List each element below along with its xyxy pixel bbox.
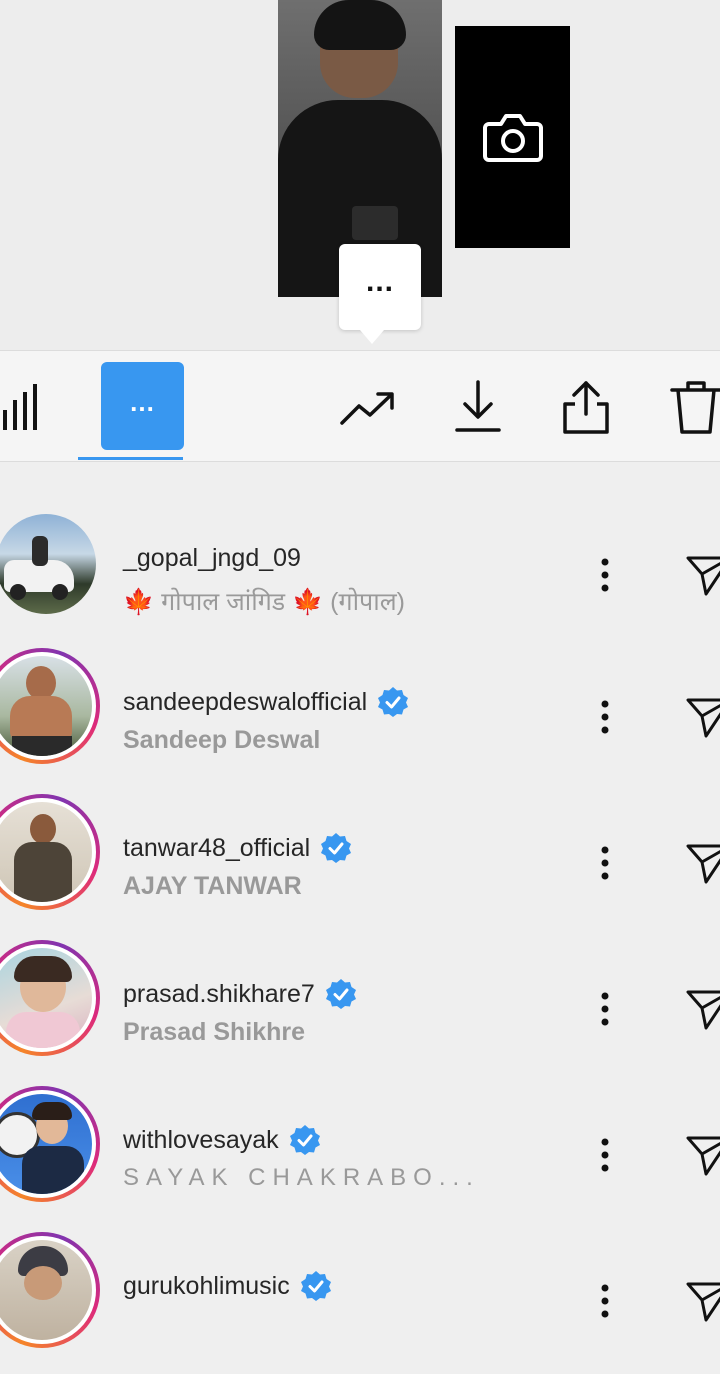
verified-badge-icon (325, 979, 356, 1009)
kebab-icon (601, 992, 609, 1026)
avatar-ring-gap (0, 652, 96, 760)
row-options-button[interactable] (590, 1276, 620, 1326)
list-item[interactable]: tanwar48_official AJAY TANWAR (0, 790, 720, 936)
active-tab-indicator (78, 457, 183, 460)
send-icon[interactable] (684, 838, 720, 888)
username-text: sandeepdeswalofficial (123, 687, 368, 716)
username: withlovesayak (123, 1124, 321, 1156)
username: sandeepdeswalofficial (123, 686, 409, 718)
full-name: Prasad Shikhre (123, 1018, 306, 1046)
list-item[interactable]: sandeepdeswalofficial Sandeep Deswal (0, 644, 720, 790)
avatar-ring-gap (0, 798, 96, 906)
list-item[interactable]: _gopal_jngd_09 🍁 गोपाल जांगिड 🍁 (गोपाल) (0, 502, 720, 648)
username: gurukohlimusic (123, 1270, 332, 1302)
full-name: 🍁 गोपाल जांगिड 🍁 (गोपाल) (123, 588, 405, 616)
share-icon (563, 381, 609, 434)
send-icon[interactable] (684, 692, 720, 742)
avatar[interactable] (0, 948, 92, 1048)
send-icon[interactable] (684, 1130, 720, 1180)
kebab-icon (601, 1138, 609, 1172)
verified-badge-icon (321, 833, 352, 863)
kebab-icon (601, 1284, 609, 1318)
kebab-icon (601, 558, 609, 592)
thumbnail-phone (352, 206, 398, 240)
full-name: AJAY TANWAR (123, 872, 302, 900)
avatar[interactable] (0, 1094, 92, 1194)
camera-tile[interactable] (455, 26, 570, 248)
avatar-ring-gap (0, 1236, 96, 1344)
send-icon[interactable] (684, 550, 720, 600)
list-item[interactable]: withlovesayak SAYAK CHAKRABO... (0, 1082, 720, 1228)
download-button[interactable] (448, 377, 508, 437)
avatar[interactable] (0, 1240, 92, 1340)
username-text: tanwar48_official (123, 833, 311, 862)
avatar-ring-gap (0, 944, 96, 1052)
list-item[interactable]: prasad.shikhare7 Prasad Shikhre (0, 936, 720, 1082)
delete-button[interactable] (666, 377, 720, 437)
download-icon (455, 380, 501, 432)
row-options-button[interactable] (590, 550, 620, 600)
username-text: withlovesayak (123, 1125, 279, 1154)
list-item[interactable]: gurukohlimusic (0, 1228, 720, 1374)
action-toolbar: ... (0, 350, 720, 462)
full-name: SAYAK CHAKRABO... (123, 1164, 480, 1191)
kebab-icon (601, 846, 609, 880)
more-button[interactable]: ... (101, 362, 184, 450)
row-options-button[interactable] (590, 1130, 620, 1180)
more-options-label: ... (365, 265, 394, 298)
avatar-ring (0, 1086, 100, 1202)
camera-icon (482, 114, 543, 162)
avatar-ring (0, 648, 100, 764)
trash-icon (670, 381, 720, 434)
username: tanwar48_official (123, 832, 352, 864)
thumbnail-person-hair (314, 0, 406, 50)
stats-button[interactable] (0, 377, 54, 437)
avatar-ring-gap (0, 1090, 96, 1198)
verified-badge-icon (378, 687, 409, 717)
username-text: prasad.shikhare7 (123, 979, 315, 1008)
more-button-label: ... (130, 386, 155, 417)
avatar-ring (0, 506, 104, 622)
verified-badge-icon (289, 1125, 320, 1155)
avatar-ring (0, 1232, 100, 1348)
avatar[interactable] (0, 656, 92, 756)
verified-badge-icon (300, 1271, 331, 1301)
username: _gopal_jngd_09 (123, 544, 301, 573)
media-preview-area: ... (0, 0, 720, 350)
row-options-button[interactable] (590, 692, 620, 742)
send-icon[interactable] (684, 1276, 720, 1326)
stats-icon (3, 384, 37, 430)
trending-button[interactable] (338, 377, 398, 437)
username-text: _gopal_jngd_09 (123, 544, 301, 572)
avatar-ring (0, 940, 100, 1056)
kebab-icon (601, 700, 609, 734)
row-options-button[interactable] (590, 838, 620, 888)
avatar-ring (0, 794, 100, 910)
more-options-popup[interactable]: ... (339, 244, 421, 330)
full-name: Sandeep Deswal (123, 726, 321, 754)
send-icon[interactable] (684, 984, 720, 1034)
trending-icon (340, 392, 394, 425)
popup-caret (360, 330, 384, 344)
username-text: gurukohlimusic (123, 1271, 290, 1300)
username: prasad.shikhare7 (123, 978, 357, 1010)
avatar[interactable] (0, 802, 92, 902)
avatar[interactable] (0, 514, 96, 614)
row-options-button[interactable] (590, 984, 620, 1034)
share-button[interactable] (556, 377, 616, 437)
